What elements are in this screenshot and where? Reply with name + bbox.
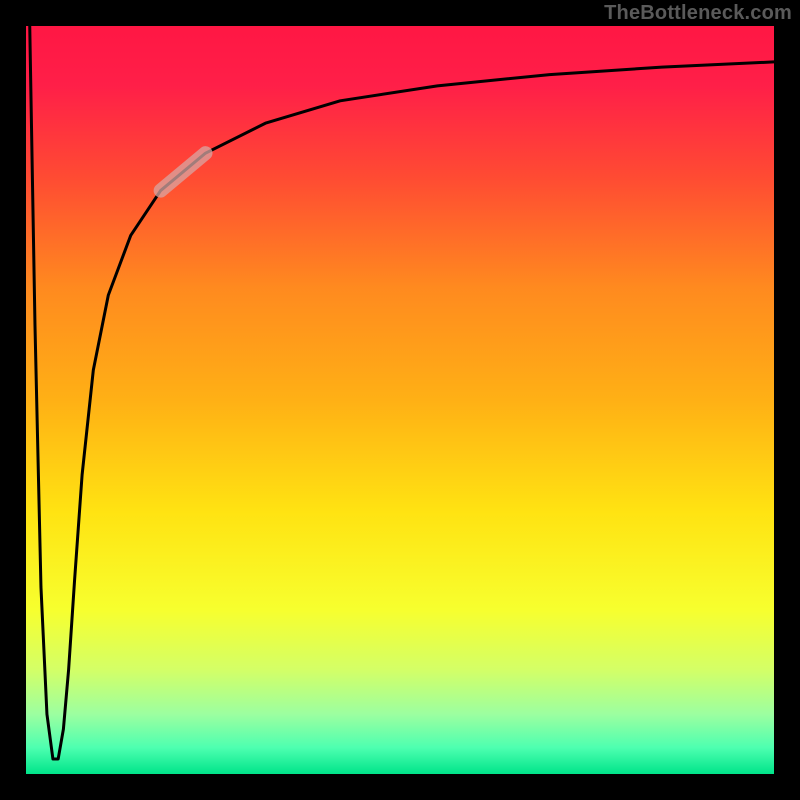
watermark-text: TheBottleneck.com bbox=[604, 2, 792, 25]
plot-area bbox=[26, 26, 774, 774]
chart-stage: TheBottleneck.com bbox=[0, 0, 800, 800]
bottleneck-chart bbox=[0, 0, 800, 800]
